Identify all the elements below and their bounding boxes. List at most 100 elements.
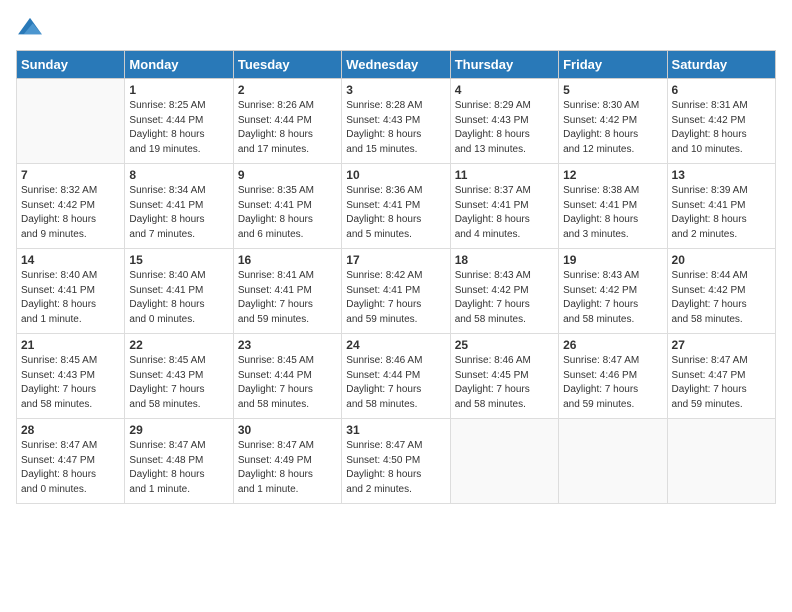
calendar-cell: 7Sunrise: 8:32 AM Sunset: 4:42 PM Daylig…	[17, 164, 125, 249]
day-number: 26	[563, 338, 662, 352]
day-number: 21	[21, 338, 120, 352]
calendar-cell: 19 Sunrise: 8:43 AM Sunset: 4:42 PM Dayli…	[559, 249, 667, 334]
calendar-cell	[450, 419, 558, 504]
calendar-cell: 29 Sunrise: 8:47 AM Sunset: 4:48 PM Dayli…	[125, 419, 233, 504]
calendar-cell: 20Sunrise: 8:44 AM Sunset: 4:42 PM Dayli…	[667, 249, 775, 334]
day-info: Sunrise: 8:25 AM Sunset: 4:44 PM Dayligh…	[129, 99, 228, 157]
calendar-cell	[667, 419, 775, 504]
calendar-cell: 28 Sunrise: 8:47 AM Sunset: 4:47 PM Dayli…	[17, 419, 125, 504]
calendar-cell: 23 Sunrise: 8:45 AM Sunset: 4:44 PM Dayli…	[233, 334, 341, 419]
logo	[16, 16, 48, 38]
day-info: Sunrise: 8:45 AM Sunset: 4:43 PM Dayligh…	[21, 354, 120, 412]
day-info: Sunrise: 8:29 AM Sunset: 4:43 PM Dayligh…	[455, 99, 554, 157]
day-number: 17	[346, 253, 445, 267]
calendar-cell	[17, 79, 125, 164]
calendar-cell: 13 Sunrise: 8:39 AM Sunset: 4:41 PM Dayli…	[667, 164, 775, 249]
day-number: 23	[238, 338, 337, 352]
day-info: Sunrise: 8:39 AM Sunset: 4:41 PM Dayligh…	[672, 184, 771, 242]
calendar-week-1: 7Sunrise: 8:32 AM Sunset: 4:42 PM Daylig…	[17, 164, 776, 249]
day-number: 18	[455, 253, 554, 267]
day-number: 6	[672, 83, 771, 97]
day-number: 29	[129, 423, 228, 437]
calendar-cell: 1 Sunrise: 8:25 AM Sunset: 4:44 PM Daylig…	[125, 79, 233, 164]
day-number: 5	[563, 83, 662, 97]
day-info: Sunrise: 8:47 AM Sunset: 4:47 PM Dayligh…	[21, 439, 120, 497]
calendar-cell: 4 Sunrise: 8:29 AM Sunset: 4:43 PM Daylig…	[450, 79, 558, 164]
day-number: 9	[238, 168, 337, 182]
calendar-cell: 14 Sunrise: 8:40 AM Sunset: 4:41 PM Dayli…	[17, 249, 125, 334]
calendar-cell: 10Sunrise: 8:36 AM Sunset: 4:41 PM Dayli…	[342, 164, 450, 249]
weekday-header-monday: Monday	[125, 51, 233, 79]
day-info: Sunrise: 8:43 AM Sunset: 4:42 PM Dayligh…	[563, 269, 662, 327]
day-number: 31	[346, 423, 445, 437]
day-info: Sunrise: 8:40 AM Sunset: 4:41 PM Dayligh…	[129, 269, 228, 327]
day-number: 16	[238, 253, 337, 267]
day-info: Sunrise: 8:31 AM Sunset: 4:42 PM Dayligh…	[672, 99, 771, 157]
day-info: Sunrise: 8:47 AM Sunset: 4:48 PM Dayligh…	[129, 439, 228, 497]
calendar-cell: 21 Sunrise: 8:45 AM Sunset: 4:43 PM Dayli…	[17, 334, 125, 419]
weekday-header-sunday: Sunday	[17, 51, 125, 79]
day-info: Sunrise: 8:32 AM Sunset: 4:42 PM Dayligh…	[21, 184, 120, 242]
calendar-cell: 3Sunrise: 8:28 AM Sunset: 4:43 PM Daylig…	[342, 79, 450, 164]
calendar-week-3: 21 Sunrise: 8:45 AM Sunset: 4:43 PM Dayli…	[17, 334, 776, 419]
day-info: Sunrise: 8:47 AM Sunset: 4:46 PM Dayligh…	[563, 354, 662, 412]
day-info: Sunrise: 8:38 AM Sunset: 4:41 PM Dayligh…	[563, 184, 662, 242]
day-number: 27	[672, 338, 771, 352]
calendar-cell	[559, 419, 667, 504]
day-number: 3	[346, 83, 445, 97]
day-info: Sunrise: 8:35 AM Sunset: 4:41 PM Dayligh…	[238, 184, 337, 242]
day-info: Sunrise: 8:47 AM Sunset: 4:47 PM Dayligh…	[672, 354, 771, 412]
day-info: Sunrise: 8:42 AM Sunset: 4:41 PM Dayligh…	[346, 269, 445, 327]
day-info: Sunrise: 8:34 AM Sunset: 4:41 PM Dayligh…	[129, 184, 228, 242]
day-number: 12	[563, 168, 662, 182]
day-info: Sunrise: 8:43 AM Sunset: 4:42 PM Dayligh…	[455, 269, 554, 327]
day-info: Sunrise: 8:37 AM Sunset: 4:41 PM Dayligh…	[455, 184, 554, 242]
day-number: 22	[129, 338, 228, 352]
day-number: 4	[455, 83, 554, 97]
day-number: 19	[563, 253, 662, 267]
day-info: Sunrise: 8:47 AM Sunset: 4:50 PM Dayligh…	[346, 439, 445, 497]
day-info: Sunrise: 8:26 AM Sunset: 4:44 PM Dayligh…	[238, 99, 337, 157]
weekday-header-wednesday: Wednesday	[342, 51, 450, 79]
calendar-week-0: 1 Sunrise: 8:25 AM Sunset: 4:44 PM Daylig…	[17, 79, 776, 164]
day-number: 28	[21, 423, 120, 437]
logo-icon	[16, 16, 44, 38]
calendar-cell: 22 Sunrise: 8:45 AM Sunset: 4:43 PM Dayli…	[125, 334, 233, 419]
calendar-cell: 18 Sunrise: 8:43 AM Sunset: 4:42 PM Dayli…	[450, 249, 558, 334]
calendar-table: SundayMondayTuesdayWednesdayThursdayFrid…	[16, 50, 776, 504]
calendar-cell: 31 Sunrise: 8:47 AM Sunset: 4:50 PM Dayli…	[342, 419, 450, 504]
weekday-header-thursday: Thursday	[450, 51, 558, 79]
day-info: Sunrise: 8:45 AM Sunset: 4:44 PM Dayligh…	[238, 354, 337, 412]
day-number: 25	[455, 338, 554, 352]
calendar-cell: 6 Sunrise: 8:31 AM Sunset: 4:42 PM Daylig…	[667, 79, 775, 164]
weekday-header-tuesday: Tuesday	[233, 51, 341, 79]
day-info: Sunrise: 8:46 AM Sunset: 4:45 PM Dayligh…	[455, 354, 554, 412]
calendar-cell: 9 Sunrise: 8:35 AM Sunset: 4:41 PM Daylig…	[233, 164, 341, 249]
calendar-cell: 24Sunrise: 8:46 AM Sunset: 4:44 PM Dayli…	[342, 334, 450, 419]
calendar-week-2: 14 Sunrise: 8:40 AM Sunset: 4:41 PM Dayli…	[17, 249, 776, 334]
day-number: 15	[129, 253, 228, 267]
day-number: 1	[129, 83, 228, 97]
day-number: 14	[21, 253, 120, 267]
day-number: 13	[672, 168, 771, 182]
day-info: Sunrise: 8:30 AM Sunset: 4:42 PM Dayligh…	[563, 99, 662, 157]
day-info: Sunrise: 8:45 AM Sunset: 4:43 PM Dayligh…	[129, 354, 228, 412]
calendar-cell: 26 Sunrise: 8:47 AM Sunset: 4:46 PM Dayli…	[559, 334, 667, 419]
calendar-cell: 15 Sunrise: 8:40 AM Sunset: 4:41 PM Dayli…	[125, 249, 233, 334]
calendar-cell: 16 Sunrise: 8:41 AM Sunset: 4:41 PM Dayli…	[233, 249, 341, 334]
calendar-cell: 12 Sunrise: 8:38 AM Sunset: 4:41 PM Dayli…	[559, 164, 667, 249]
day-number: 30	[238, 423, 337, 437]
calendar-cell: 17 Sunrise: 8:42 AM Sunset: 4:41 PM Dayli…	[342, 249, 450, 334]
calendar-cell: 25 Sunrise: 8:46 AM Sunset: 4:45 PM Dayli…	[450, 334, 558, 419]
day-info: Sunrise: 8:44 AM Sunset: 4:42 PM Dayligh…	[672, 269, 771, 327]
page-header	[16, 16, 776, 38]
day-info: Sunrise: 8:41 AM Sunset: 4:41 PM Dayligh…	[238, 269, 337, 327]
calendar-cell: 8 Sunrise: 8:34 AM Sunset: 4:41 PM Daylig…	[125, 164, 233, 249]
day-number: 11	[455, 168, 554, 182]
calendar-cell: 30Sunrise: 8:47 AM Sunset: 4:49 PM Dayli…	[233, 419, 341, 504]
day-info: Sunrise: 8:40 AM Sunset: 4:41 PM Dayligh…	[21, 269, 120, 327]
day-number: 8	[129, 168, 228, 182]
calendar-cell: 2Sunrise: 8:26 AM Sunset: 4:44 PM Daylig…	[233, 79, 341, 164]
calendar-week-4: 28 Sunrise: 8:47 AM Sunset: 4:47 PM Dayli…	[17, 419, 776, 504]
weekday-header-saturday: Saturday	[667, 51, 775, 79]
